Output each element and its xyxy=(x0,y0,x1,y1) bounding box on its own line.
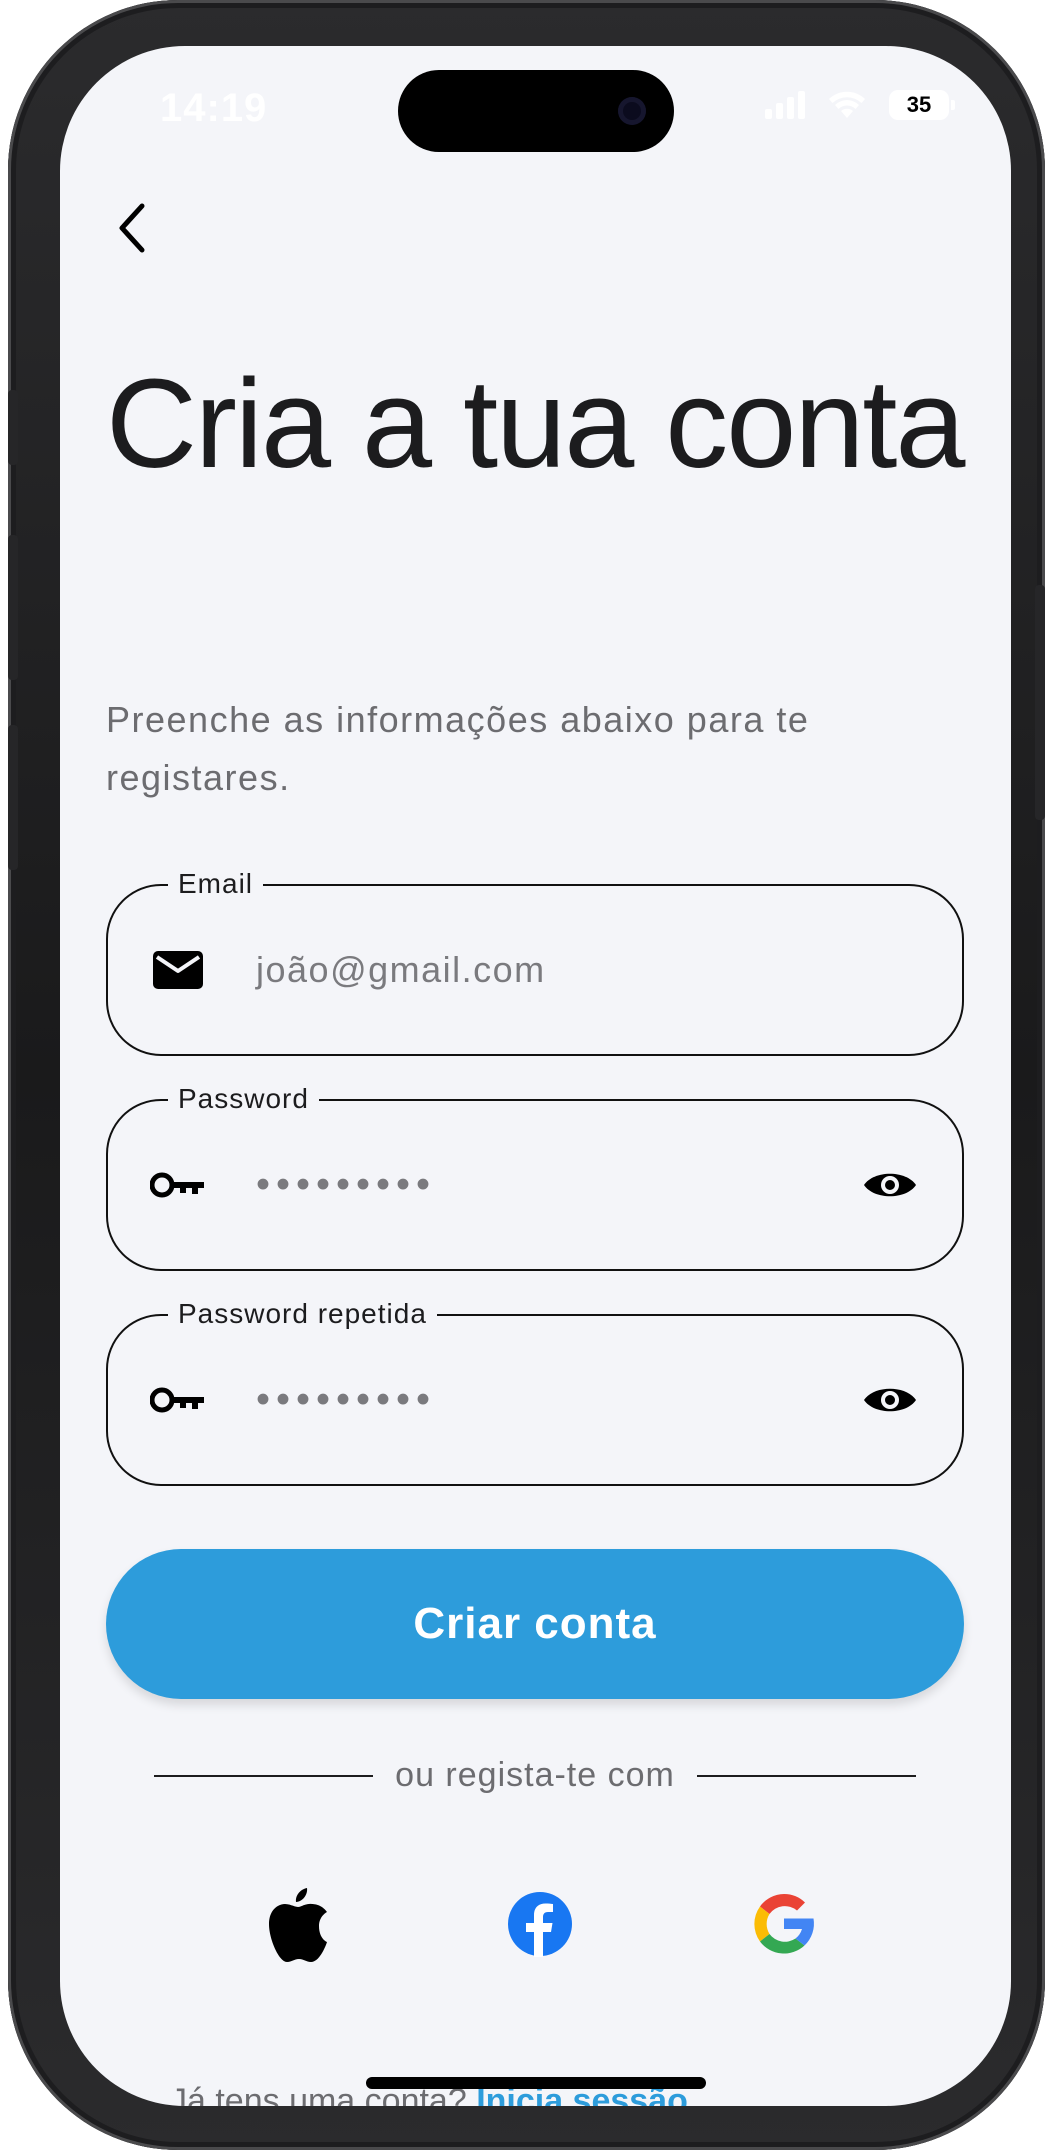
camera-icon xyxy=(618,97,646,125)
password-field[interactable]: Password ••••••••• xyxy=(106,1081,964,1271)
google-login-button[interactable] xyxy=(742,1882,826,1966)
page-title: Cria a tua conta xyxy=(106,353,966,494)
status-time: 14:19 xyxy=(160,86,268,130)
envelope-icon xyxy=(150,942,206,998)
email-field[interactable]: Email joão@gmail.com xyxy=(106,866,964,1056)
status-indicators: 35 xyxy=(765,90,955,120)
google-icon xyxy=(754,1893,814,1954)
password-repeat-field[interactable]: Password repetida ••••••••• xyxy=(106,1296,964,1486)
eye-icon[interactable] xyxy=(860,1380,920,1420)
email-label: Email xyxy=(168,866,264,902)
key-icon xyxy=(150,1157,206,1213)
cellular-signal-icon xyxy=(765,91,805,119)
page-subtitle: Preenche as informações abaixo para te r… xyxy=(106,699,810,798)
eye-icon[interactable] xyxy=(860,1165,920,1205)
phone-frame: 14:19 35 Cria a tua conta Preenche as in… xyxy=(8,0,1045,2150)
password-label: Password xyxy=(168,1081,319,1117)
battery-icon: 35 xyxy=(889,90,955,120)
home-indicator[interactable] xyxy=(366,2077,706,2089)
power-button xyxy=(1035,585,1045,820)
password-input[interactable]: ••••••••• xyxy=(256,1163,436,1208)
social-divider: ou regista-te com xyxy=(154,1756,917,1795)
apple-icon xyxy=(269,1888,327,1962)
wifi-icon xyxy=(829,91,865,118)
battery-level: 35 xyxy=(906,92,932,117)
key-icon xyxy=(150,1372,206,1428)
action-button xyxy=(8,390,18,465)
password-repeat-label: Password repetida xyxy=(168,1296,437,1332)
screen: 14:19 35 Cria a tua conta Preenche as in… xyxy=(60,46,1011,2106)
chevron-left-icon xyxy=(119,203,145,253)
volume-up-button xyxy=(8,535,18,680)
back-button[interactable] xyxy=(102,198,162,258)
email-input[interactable]: joão@gmail.com xyxy=(256,949,546,991)
password-repeat-input[interactable]: ••••••••• xyxy=(256,1378,436,1423)
facebook-icon xyxy=(508,1892,572,1957)
facebook-login-button[interactable] xyxy=(498,1882,582,1966)
divider-line xyxy=(696,1774,917,1777)
create-account-button[interactable]: Criar conta xyxy=(106,1549,964,1699)
divider-text: ou regista-te com xyxy=(395,1756,675,1794)
apple-login-button[interactable] xyxy=(256,1882,340,1966)
volume-down-button xyxy=(8,725,18,870)
divider-line xyxy=(154,1774,374,1777)
dynamic-island xyxy=(398,70,674,152)
